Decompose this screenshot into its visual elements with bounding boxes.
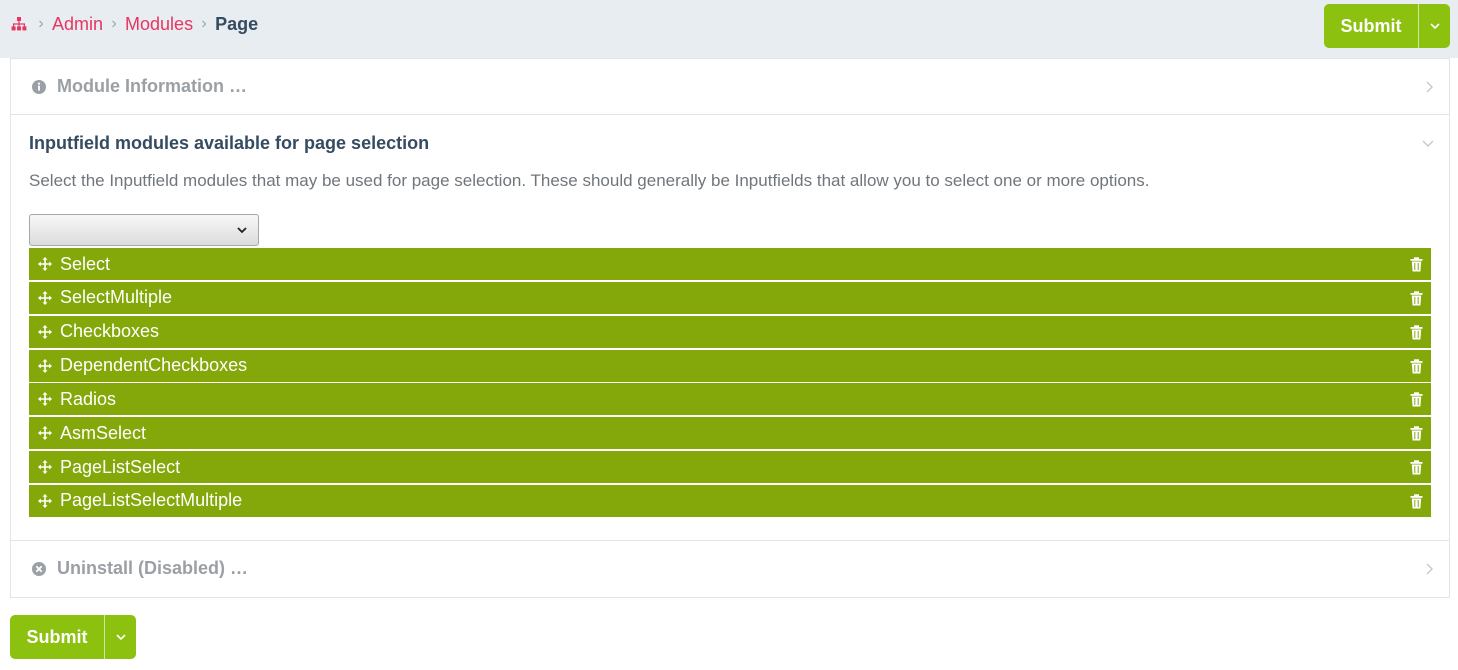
panel-inputfield-modules: Inputfield modules available for page se… [10,114,1450,541]
list-item[interactable]: Radios [29,383,1431,416]
chevron-right-icon: › [111,15,117,32]
panel-module-information-title: Module Information … [57,76,247,96]
panel-inputfield-description: Select the Inputfield modules that may b… [29,171,1150,190]
move-arrows-icon[interactable] [37,425,53,441]
times-circle-icon [31,561,47,577]
submit-dropdown-toggle[interactable] [104,615,136,659]
list-item-label: Checkboxes [60,321,160,342]
chevron-down-icon [115,634,126,641]
list-item[interactable]: PageListSelect [29,451,1431,484]
breadcrumb-current: Page [215,13,259,34]
trash-icon[interactable] [1410,391,1423,407]
move-arrows-icon[interactable] [37,493,53,509]
list-item-label: Radios [60,388,117,409]
panel-uninstall[interactable]: Uninstall (Disabled) … [10,540,1450,598]
list-item[interactable]: AsmSelect [29,417,1431,450]
panel-module-information-header[interactable]: Module Information … [31,76,247,97]
trash-icon[interactable] [1410,425,1423,441]
list-item-label: PageListSelect [60,456,181,477]
submit-button-label[interactable]: Submit [1324,4,1418,48]
chevron-right-icon[interactable] [1423,561,1435,577]
move-arrows-icon[interactable] [37,290,53,306]
submit-dropdown-toggle[interactable] [1418,4,1450,48]
panel-uninstall-title: Uninstall (Disabled) … [57,558,249,578]
trash-icon[interactable] [1410,324,1423,340]
move-arrows-icon[interactable] [37,459,53,475]
trash-icon[interactable] [1410,358,1423,374]
chevron-down-icon[interactable] [1421,137,1435,149]
chevron-right-icon: › [201,15,207,32]
chevron-right-icon: › [38,15,44,32]
list-item[interactable]: DependentCheckboxes [29,349,1431,382]
move-arrows-icon[interactable] [37,256,53,272]
chevron-right-icon[interactable] [1423,79,1435,95]
move-arrows-icon[interactable] [37,324,53,340]
breadcrumb-link-admin[interactable]: Admin [52,14,103,35]
list-item-label: Select [60,253,111,274]
sitemap-icon[interactable] [10,15,28,33]
submit-button-label[interactable]: Submit [10,615,104,659]
panel-uninstall-header[interactable]: Uninstall (Disabled) … [31,558,248,579]
chevron-down-icon [1429,23,1440,30]
trash-icon[interactable] [1410,493,1423,509]
trash-icon[interactable] [1410,459,1423,475]
submit-button-top[interactable]: Submit [1324,4,1450,48]
trash-icon[interactable] [1410,256,1423,272]
list-item-label: SelectMultiple [60,287,173,308]
list-item-label: AsmSelect [60,422,147,443]
panel-module-information[interactable]: Module Information … [10,58,1450,115]
list-item-label: PageListSelectMultiple [60,490,243,511]
list-item[interactable]: Select [29,248,1431,280]
breadcrumb: › Admin › Modules › Page [10,13,258,35]
info-circle-icon [31,79,47,95]
list-item[interactable]: PageListSelectMultiple [29,484,1431,517]
selected-modules-list: Select SelectMultiple Checkboxes DependentC… [29,248,1431,519]
panel-inputfield-title[interactable]: Inputfield modules available for page se… [29,133,429,154]
list-item-label: DependentCheckboxes [60,355,248,376]
chevron-down-icon [237,227,247,234]
header-bar: › Admin › Modules › Page Submit [0,0,1458,58]
list-item[interactable]: SelectMultiple [29,281,1431,314]
trash-icon[interactable] [1410,290,1423,306]
move-arrows-icon[interactable] [37,358,53,374]
list-item[interactable]: Checkboxes [29,315,1431,348]
breadcrumb-link-modules[interactable]: Modules [125,14,193,35]
move-arrows-icon[interactable] [37,391,53,407]
submit-button-bottom[interactable]: Submit [10,615,136,659]
inputfield-add-select[interactable] [29,214,259,246]
